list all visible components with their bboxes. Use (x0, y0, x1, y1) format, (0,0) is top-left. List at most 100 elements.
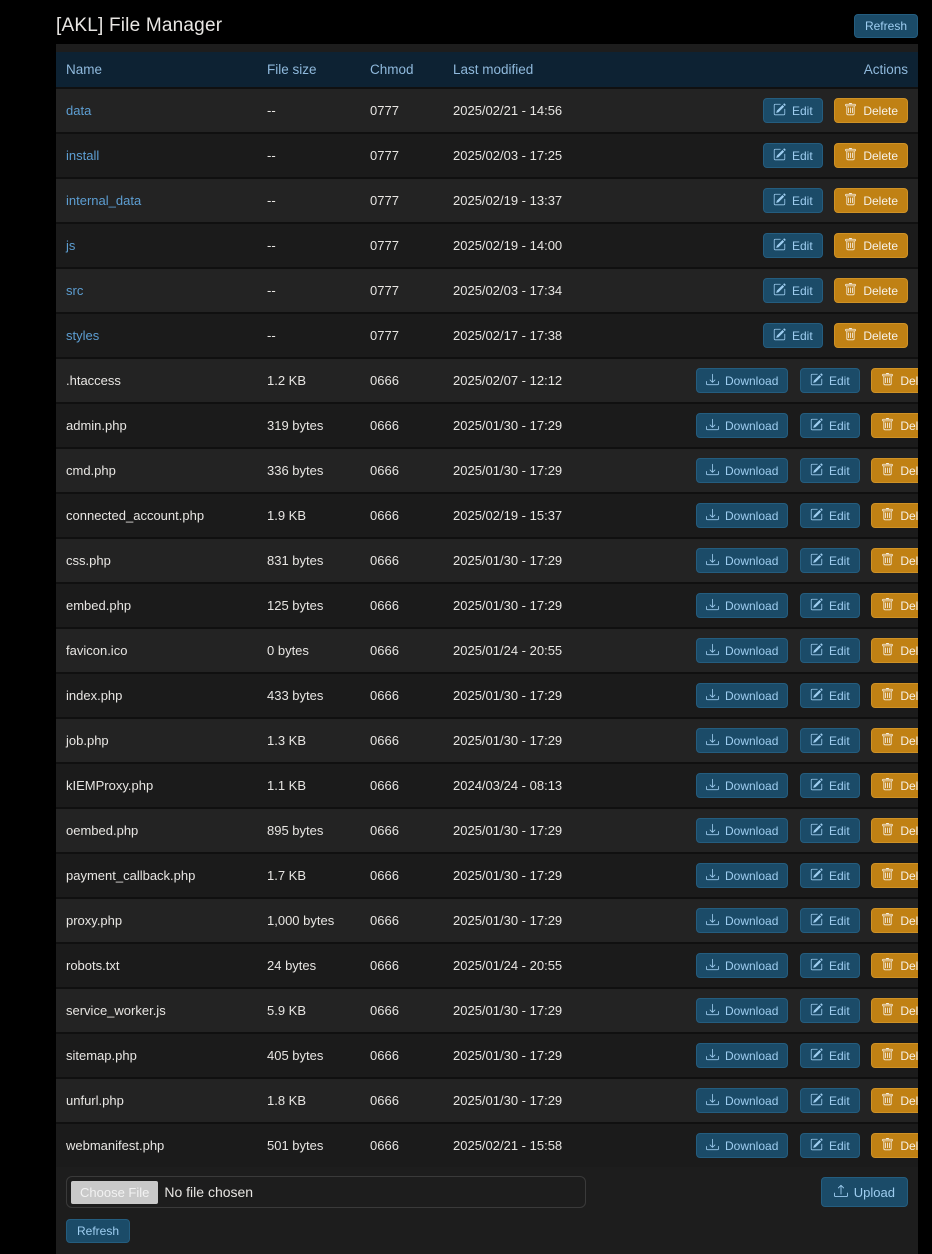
delete-button[interactable]: Delete (871, 863, 918, 888)
download-button[interactable]: Download (696, 953, 788, 978)
delete-button[interactable]: Delete (871, 1133, 918, 1158)
upload-button[interactable]: Upload (821, 1177, 908, 1207)
download-button[interactable]: Download (696, 548, 788, 573)
edit-button[interactable]: Edit (800, 1133, 860, 1158)
download-button[interactable]: Download (696, 818, 788, 843)
download-button[interactable]: Download (696, 998, 788, 1023)
edit-button[interactable]: Edit (800, 908, 860, 933)
file-name-cell: unfurl.php (56, 1078, 257, 1123)
delete-button[interactable]: Delete (834, 143, 908, 168)
download-button[interactable]: Download (696, 413, 788, 438)
directory-name-link[interactable]: internal_data (66, 193, 141, 208)
file-modified: 2025/01/30 - 17:29 (443, 448, 678, 493)
file-name: index.php (66, 688, 122, 703)
edit-button[interactable]: Edit (800, 818, 860, 843)
file-name-cell: service_worker.js (56, 988, 257, 1033)
edit-button[interactable]: Edit (800, 593, 860, 618)
delete-button[interactable]: Delete (834, 323, 908, 348)
download-button[interactable]: Download (696, 503, 788, 528)
edit-button[interactable]: Edit (800, 413, 860, 438)
table-row: src -- 0777 2025/02/03 - 17:34 Edit Dele… (56, 268, 918, 313)
file-size: 336 bytes (257, 448, 360, 493)
delete-button[interactable]: Delete (871, 953, 918, 978)
delete-button[interactable]: Delete (871, 503, 918, 528)
trash-icon (844, 148, 857, 163)
directory-name-link[interactable]: js (66, 238, 75, 253)
delete-button[interactable]: Delete (834, 233, 908, 258)
download-button[interactable]: Download (696, 683, 788, 708)
delete-button[interactable]: Delete (871, 728, 918, 753)
edit-button[interactable]: Edit (763, 233, 823, 258)
file-chmod: 0666 (360, 358, 443, 403)
file-input[interactable]: Choose File No file chosen (66, 1176, 586, 1208)
edit-button[interactable]: Edit (763, 323, 823, 348)
download-button[interactable]: Download (696, 368, 788, 393)
edit-button[interactable]: Edit (800, 503, 860, 528)
trash-icon (881, 463, 894, 478)
download-button[interactable]: Download (696, 1133, 788, 1158)
delete-button[interactable]: Delete (871, 593, 918, 618)
download-button[interactable]: Download (696, 1043, 788, 1068)
delete-button[interactable]: Delete (871, 638, 918, 663)
edit-button[interactable]: Edit (800, 728, 860, 753)
edit-button[interactable]: Edit (800, 998, 860, 1023)
download-button[interactable]: Download (696, 1088, 788, 1113)
edit-button[interactable]: Edit (800, 863, 860, 888)
file-modified: 2025/01/30 - 17:29 (443, 1033, 678, 1078)
edit-icon (810, 868, 823, 883)
edit-button[interactable]: Edit (800, 638, 860, 663)
delete-button[interactable]: Delete (871, 908, 918, 933)
edit-button[interactable]: Edit (800, 953, 860, 978)
download-button[interactable]: Download (696, 638, 788, 663)
trash-icon (881, 598, 894, 613)
delete-button[interactable]: Delete (871, 998, 918, 1023)
file-modified: 2025/02/03 - 17:25 (443, 133, 678, 178)
refresh-button-top[interactable]: Refresh (854, 14, 918, 38)
delete-button[interactable]: Delete (871, 683, 918, 708)
directory-name-link[interactable]: src (66, 283, 83, 298)
edit-button[interactable]: Edit (800, 368, 860, 393)
refresh-top-label: Refresh (865, 20, 907, 32)
edit-button[interactable]: Edit (800, 458, 860, 483)
download-button[interactable]: Download (696, 773, 788, 798)
table-row: styles -- 0777 2025/02/17 - 17:38 Edit D… (56, 313, 918, 358)
delete-button[interactable]: Delete (871, 1043, 918, 1068)
file-modified: 2025/01/24 - 20:55 (443, 628, 678, 673)
refresh-button-bottom[interactable]: Refresh (66, 1219, 130, 1243)
edit-button[interactable]: Edit (800, 1043, 860, 1068)
download-button[interactable]: Download (696, 458, 788, 483)
delete-button[interactable]: Delete (871, 1088, 918, 1113)
edit-button[interactable]: Edit (800, 683, 860, 708)
download-button[interactable]: Download (696, 728, 788, 753)
delete-button[interactable]: Delete (871, 818, 918, 843)
directory-name-link[interactable]: data (66, 103, 91, 118)
delete-button[interactable]: Delete (871, 368, 918, 393)
edit-icon (810, 688, 823, 703)
delete-button[interactable]: Delete (871, 458, 918, 483)
file-modified: 2025/01/30 - 17:29 (443, 1078, 678, 1123)
trash-icon (881, 778, 894, 793)
download-button[interactable]: Download (696, 863, 788, 888)
edit-button[interactable]: Edit (763, 143, 823, 168)
file-chmod: 0666 (360, 448, 443, 493)
edit-button[interactable]: Edit (800, 1088, 860, 1113)
edit-button[interactable]: Edit (763, 278, 823, 303)
file-modified: 2025/01/30 - 17:29 (443, 853, 678, 898)
delete-button[interactable]: Delete (834, 278, 908, 303)
edit-button[interactable]: Edit (763, 98, 823, 123)
edit-button[interactable]: Edit (800, 773, 860, 798)
trash-icon (881, 1093, 894, 1108)
file-modified: 2025/01/30 - 17:29 (443, 538, 678, 583)
download-button[interactable]: Download (696, 593, 788, 618)
delete-button[interactable]: Delete (871, 413, 918, 438)
trash-icon (881, 373, 894, 388)
delete-button[interactable]: Delete (834, 98, 908, 123)
edit-button[interactable]: Edit (800, 548, 860, 573)
directory-name-link[interactable]: styles (66, 328, 99, 343)
delete-button[interactable]: Delete (834, 188, 908, 213)
edit-button[interactable]: Edit (763, 188, 823, 213)
download-button[interactable]: Download (696, 908, 788, 933)
delete-button[interactable]: Delete (871, 548, 918, 573)
delete-button[interactable]: Delete (871, 773, 918, 798)
directory-name-link[interactable]: install (66, 148, 99, 163)
